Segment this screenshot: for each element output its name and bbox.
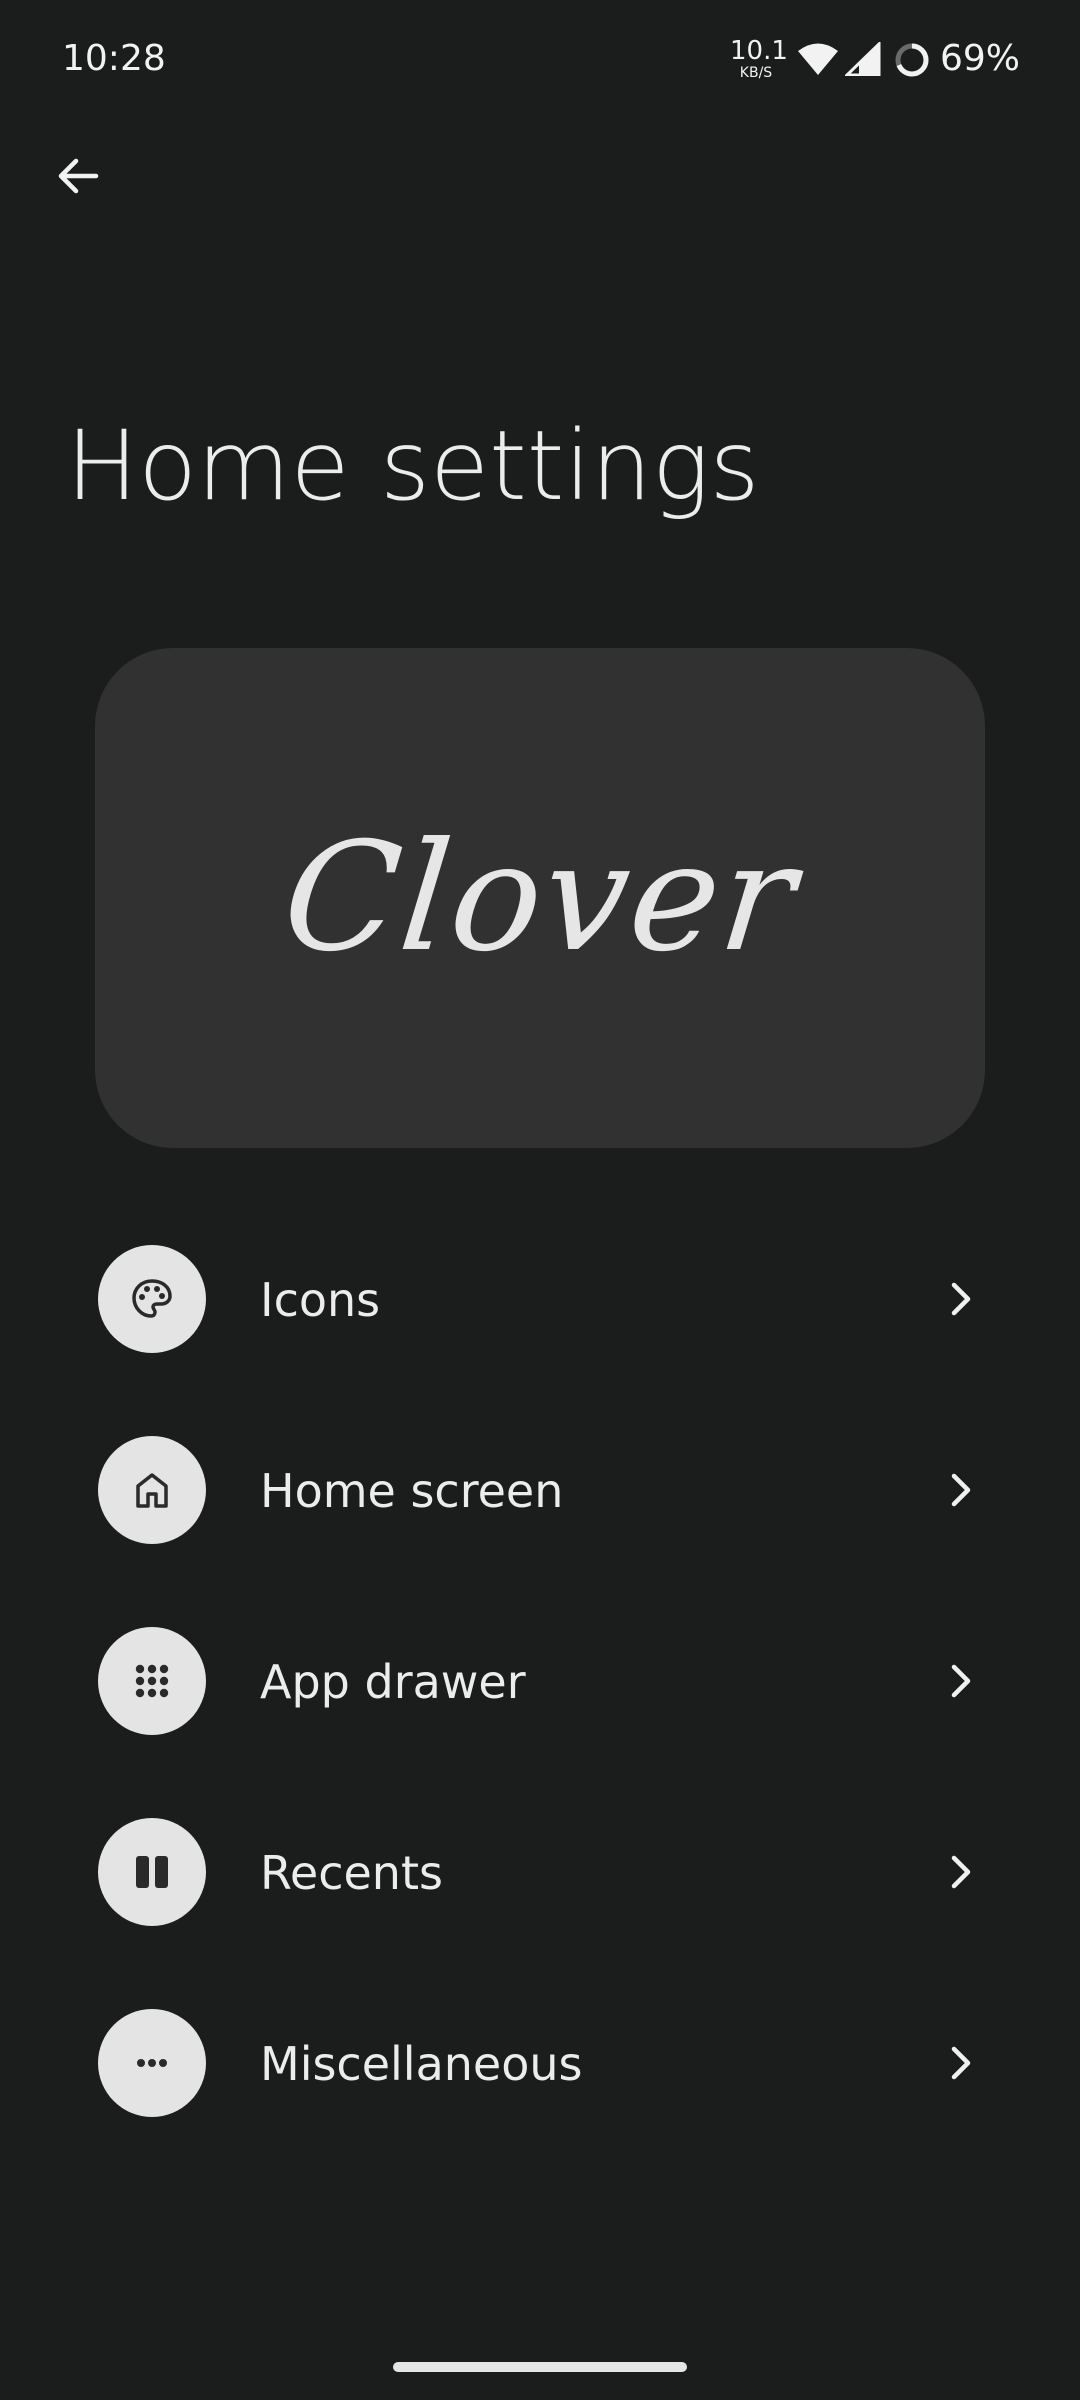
status-bar: 10:28 10.1 KB/S 69% xyxy=(0,0,1080,120)
chevron-right-icon xyxy=(940,2041,980,2085)
page-title: Home settings xyxy=(66,410,760,522)
recents-icon xyxy=(98,1818,206,1926)
menu-item-label: Home screen xyxy=(260,1464,564,1518)
menu-item-miscellaneous[interactable]: Miscellaneous xyxy=(0,1967,1080,2158)
battery-percent: 69% xyxy=(940,38,1021,79)
chevron-right-icon xyxy=(940,1468,980,1512)
battery-ring-icon xyxy=(893,41,931,83)
signal-icon xyxy=(843,40,881,80)
gesture-nav-bar[interactable] xyxy=(393,2362,687,2372)
menu-item-recents[interactable]: Recents xyxy=(0,1776,1080,1967)
menu-item-icons[interactable]: Icons xyxy=(0,1203,1080,1394)
network-speed-value: 10.1 xyxy=(730,36,788,66)
chevron-right-icon xyxy=(940,1850,980,1894)
menu-item-home-screen[interactable]: Home screen xyxy=(0,1394,1080,1585)
menu-item-label: Recents xyxy=(260,1846,443,1900)
grid-icon xyxy=(98,1627,206,1735)
menu-item-label: Icons xyxy=(260,1273,381,1327)
app-logo-text: Clover xyxy=(275,811,805,985)
wifi-icon xyxy=(798,42,838,80)
status-time: 10:28 xyxy=(62,38,166,79)
back-button[interactable] xyxy=(40,140,116,216)
more-horiz-icon xyxy=(98,2009,206,2117)
arrow-left-icon xyxy=(54,152,102,204)
menu-item-app-drawer[interactable]: App drawer xyxy=(0,1585,1080,1776)
menu-item-label: App drawer xyxy=(260,1655,526,1709)
network-speed: 10.1 KB/S xyxy=(730,36,788,81)
chevron-right-icon xyxy=(940,1277,980,1321)
settings-menu: Icons Home screen App drawer Recents Mis… xyxy=(0,1203,1080,2158)
hero-card: Clover xyxy=(95,648,985,1148)
palette-icon xyxy=(98,1245,206,1353)
network-speed-unit: KB/S xyxy=(739,65,773,81)
menu-item-label: Miscellaneous xyxy=(260,2037,583,2091)
home-icon xyxy=(98,1436,206,1544)
chevron-right-icon xyxy=(940,1659,980,1703)
